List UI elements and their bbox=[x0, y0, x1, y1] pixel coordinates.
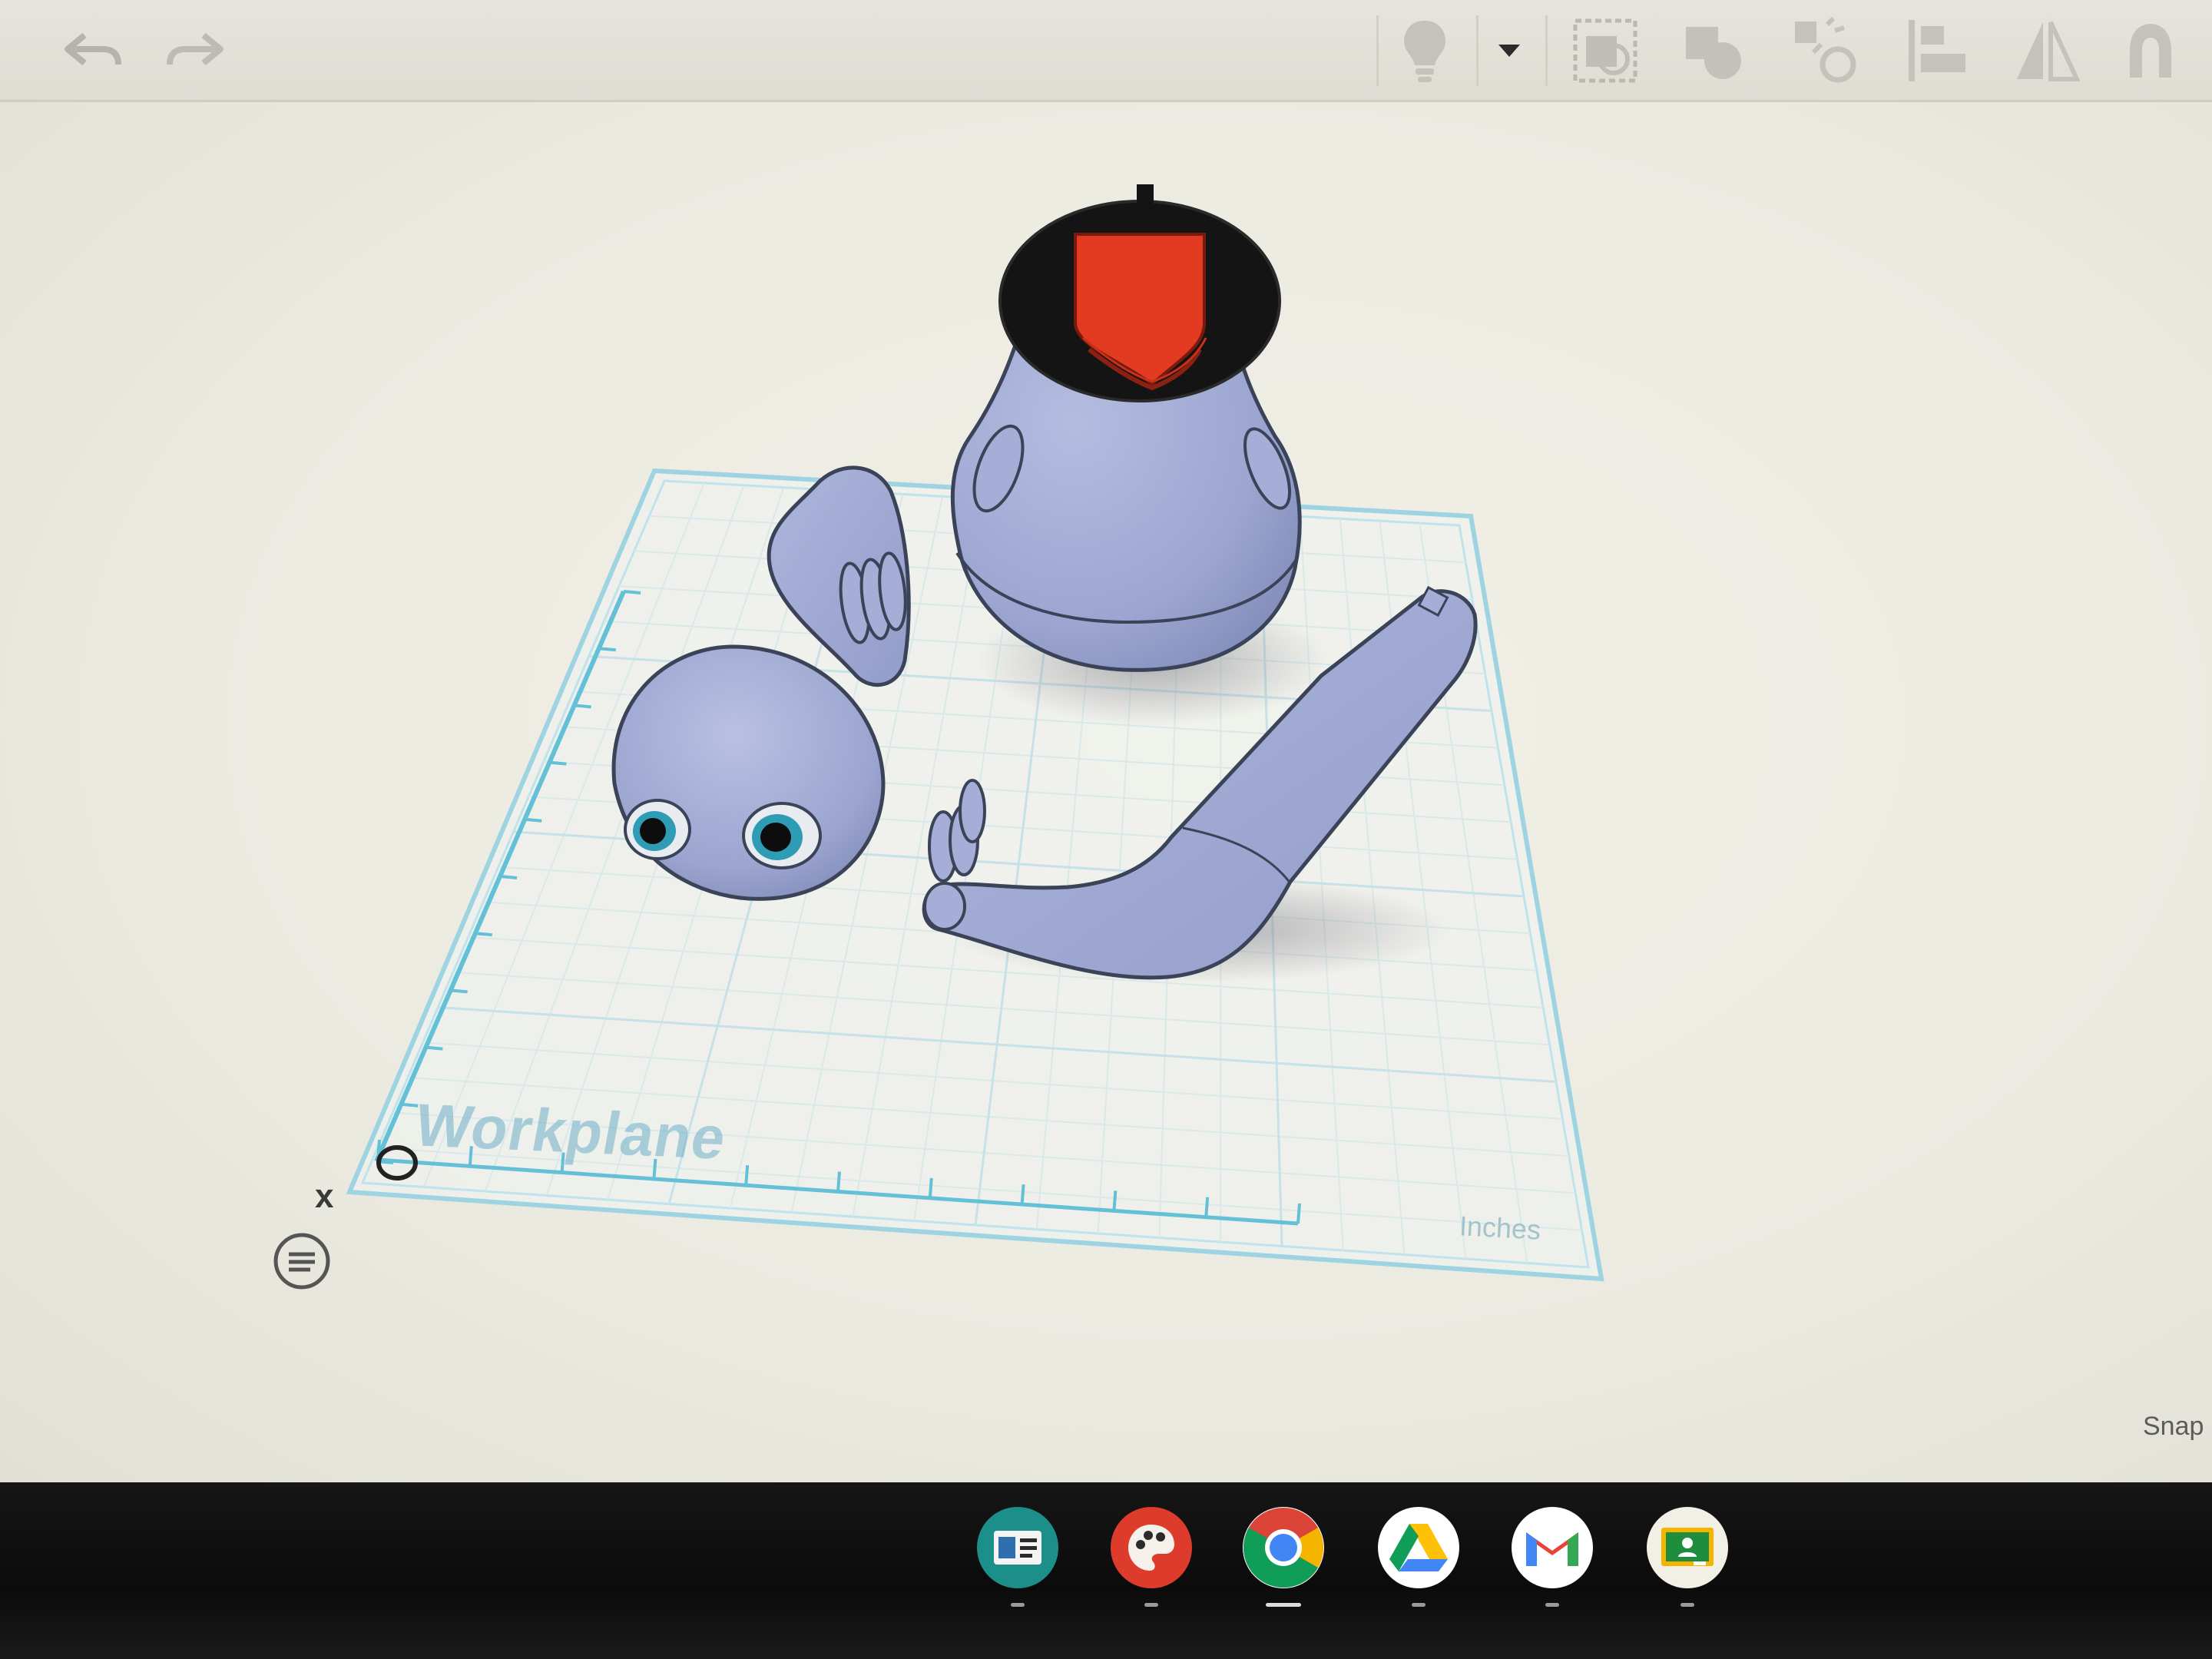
shelf-indicator bbox=[1266, 1603, 1301, 1607]
body-part[interactable] bbox=[950, 184, 1302, 672]
ruler-tick bbox=[574, 704, 591, 709]
ruler-tick bbox=[499, 875, 518, 879]
notes-button[interactable] bbox=[270, 1230, 333, 1293]
ruler-tick bbox=[928, 1177, 933, 1198]
cruise-button[interactable] bbox=[2108, 14, 2193, 88]
shelf-app-drive[interactable] bbox=[1378, 1507, 1459, 1607]
undo-icon bbox=[65, 32, 121, 66]
group-button[interactable] bbox=[1567, 14, 1644, 88]
ruler-tick bbox=[560, 1152, 565, 1173]
redo-icon bbox=[167, 32, 224, 66]
align-icon bbox=[1795, 16, 1856, 83]
x-axis-label: x bbox=[315, 1177, 334, 1215]
left-eye bbox=[624, 799, 691, 860]
ungroup-split-button[interactable] bbox=[1782, 14, 1866, 88]
ruler-tick bbox=[549, 760, 567, 766]
units-label: Inches bbox=[1459, 1210, 1542, 1246]
shelf-indicator bbox=[1011, 1603, 1025, 1607]
dropdown-arrow-icon bbox=[1498, 45, 1520, 57]
ruler-tick bbox=[836, 1171, 841, 1192]
ruler-tick bbox=[401, 1102, 419, 1108]
shelf-app-gmail[interactable] bbox=[1512, 1507, 1593, 1607]
design-viewport[interactable]: Workplane Inches Snap x bbox=[0, 102, 2212, 1482]
magnet-icon bbox=[2130, 24, 2171, 78]
group-icon bbox=[1573, 18, 1637, 83]
ungroup-button[interactable] bbox=[1674, 14, 1751, 88]
ruler-tick bbox=[744, 1165, 750, 1186]
show-hints-button[interactable] bbox=[1382, 14, 1467, 88]
shelf-indicator bbox=[1681, 1603, 1694, 1607]
classroom-icon bbox=[1661, 1528, 1714, 1566]
ruler-tick bbox=[450, 988, 468, 994]
canvas-paint-icon bbox=[1128, 1525, 1174, 1571]
classroom-cards-icon bbox=[994, 1531, 1041, 1565]
top-toolbar bbox=[0, 0, 2212, 102]
lightbulb-icon bbox=[1404, 21, 1445, 82]
align-button[interactable] bbox=[1897, 14, 1982, 88]
mirror-icon bbox=[2017, 21, 2081, 81]
tinkercad-app: Workplane Inches Snap x bbox=[0, 0, 2212, 1659]
undo-button[interactable] bbox=[54, 14, 131, 88]
drive-icon bbox=[1389, 1524, 1448, 1571]
ruler-tick bbox=[652, 1158, 657, 1180]
hints-dropdown[interactable] bbox=[1482, 14, 1536, 88]
shelf-indicator bbox=[1412, 1603, 1426, 1607]
redo-button[interactable] bbox=[157, 14, 234, 88]
flip-icon bbox=[1909, 20, 1965, 81]
snap-grid-label[interactable]: Snap bbox=[2143, 1412, 2204, 1442]
notes-icon bbox=[273, 1233, 330, 1290]
right-eye bbox=[742, 802, 822, 869]
os-shelf bbox=[0, 1482, 2212, 1659]
ruler-tick bbox=[468, 1146, 473, 1167]
origin-marker[interactable] bbox=[375, 1141, 419, 1185]
shelf-app-chrome[interactable] bbox=[1243, 1507, 1324, 1607]
ruler-tick bbox=[525, 817, 542, 823]
mirror-button[interactable] bbox=[2005, 14, 2089, 88]
ruler-tick bbox=[426, 1045, 443, 1051]
ruler-tick bbox=[598, 647, 616, 652]
shelf-indicator bbox=[1545, 1603, 1559, 1607]
chrome-icon bbox=[1243, 1508, 1323, 1588]
shelf-app-classroom[interactable] bbox=[1647, 1507, 1728, 1607]
ruler-tick bbox=[1296, 1203, 1301, 1224]
ruler-tick bbox=[1204, 1197, 1210, 1217]
ungroup-icon bbox=[1686, 27, 1741, 79]
ruler-tick bbox=[1112, 1190, 1118, 1211]
shelf-app-canvas[interactable] bbox=[1111, 1507, 1192, 1607]
ruler-tick bbox=[475, 932, 492, 937]
ruler-tick bbox=[1020, 1184, 1025, 1205]
gmail-icon bbox=[1526, 1532, 1578, 1566]
shelf-indicator bbox=[1144, 1603, 1158, 1607]
ruler-tick bbox=[623, 590, 641, 594]
shelf-app-classroom-cards[interactable] bbox=[977, 1507, 1058, 1607]
